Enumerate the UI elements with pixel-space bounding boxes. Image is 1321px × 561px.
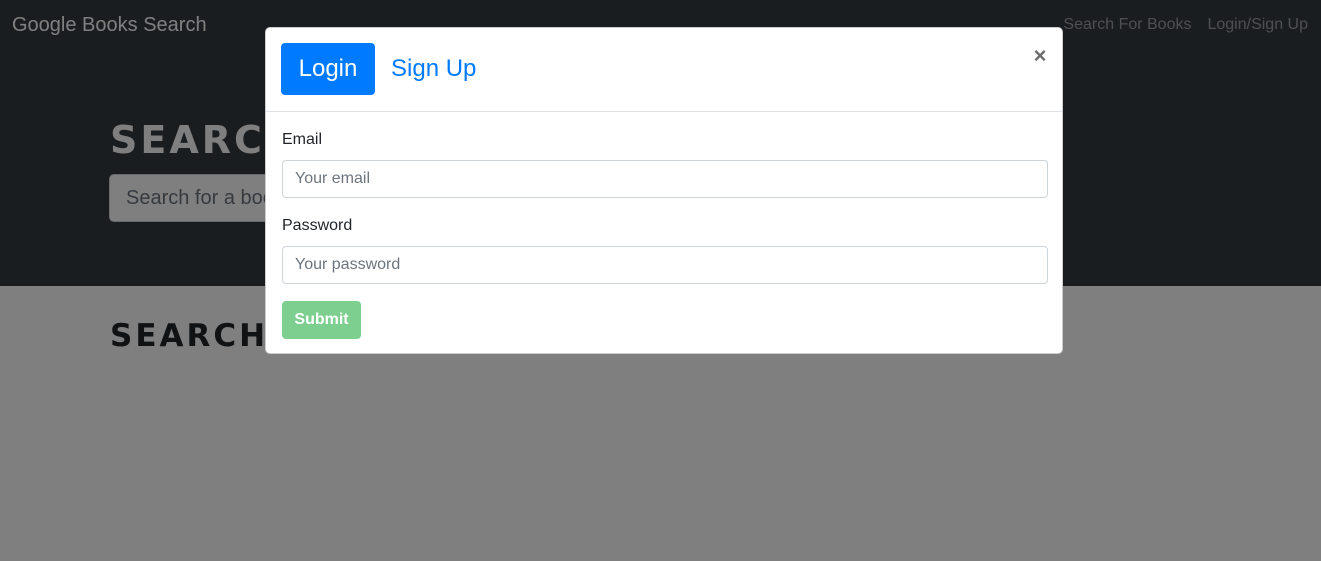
submit-button[interactable]: Submit xyxy=(282,301,361,339)
password-field[interactable] xyxy=(282,246,1048,284)
email-label: Email xyxy=(282,131,323,148)
close-icon[interactable]: × xyxy=(1028,43,1052,68)
login-modal: Login Sign Up × Email Password Submit xyxy=(265,27,1063,354)
tab-login[interactable]: Login xyxy=(281,43,375,95)
modal-header: Login Sign Up × xyxy=(266,28,1062,112)
tab-signup[interactable]: Sign Up xyxy=(391,43,476,95)
password-label: Password xyxy=(282,217,353,234)
email-field[interactable] xyxy=(282,160,1048,198)
